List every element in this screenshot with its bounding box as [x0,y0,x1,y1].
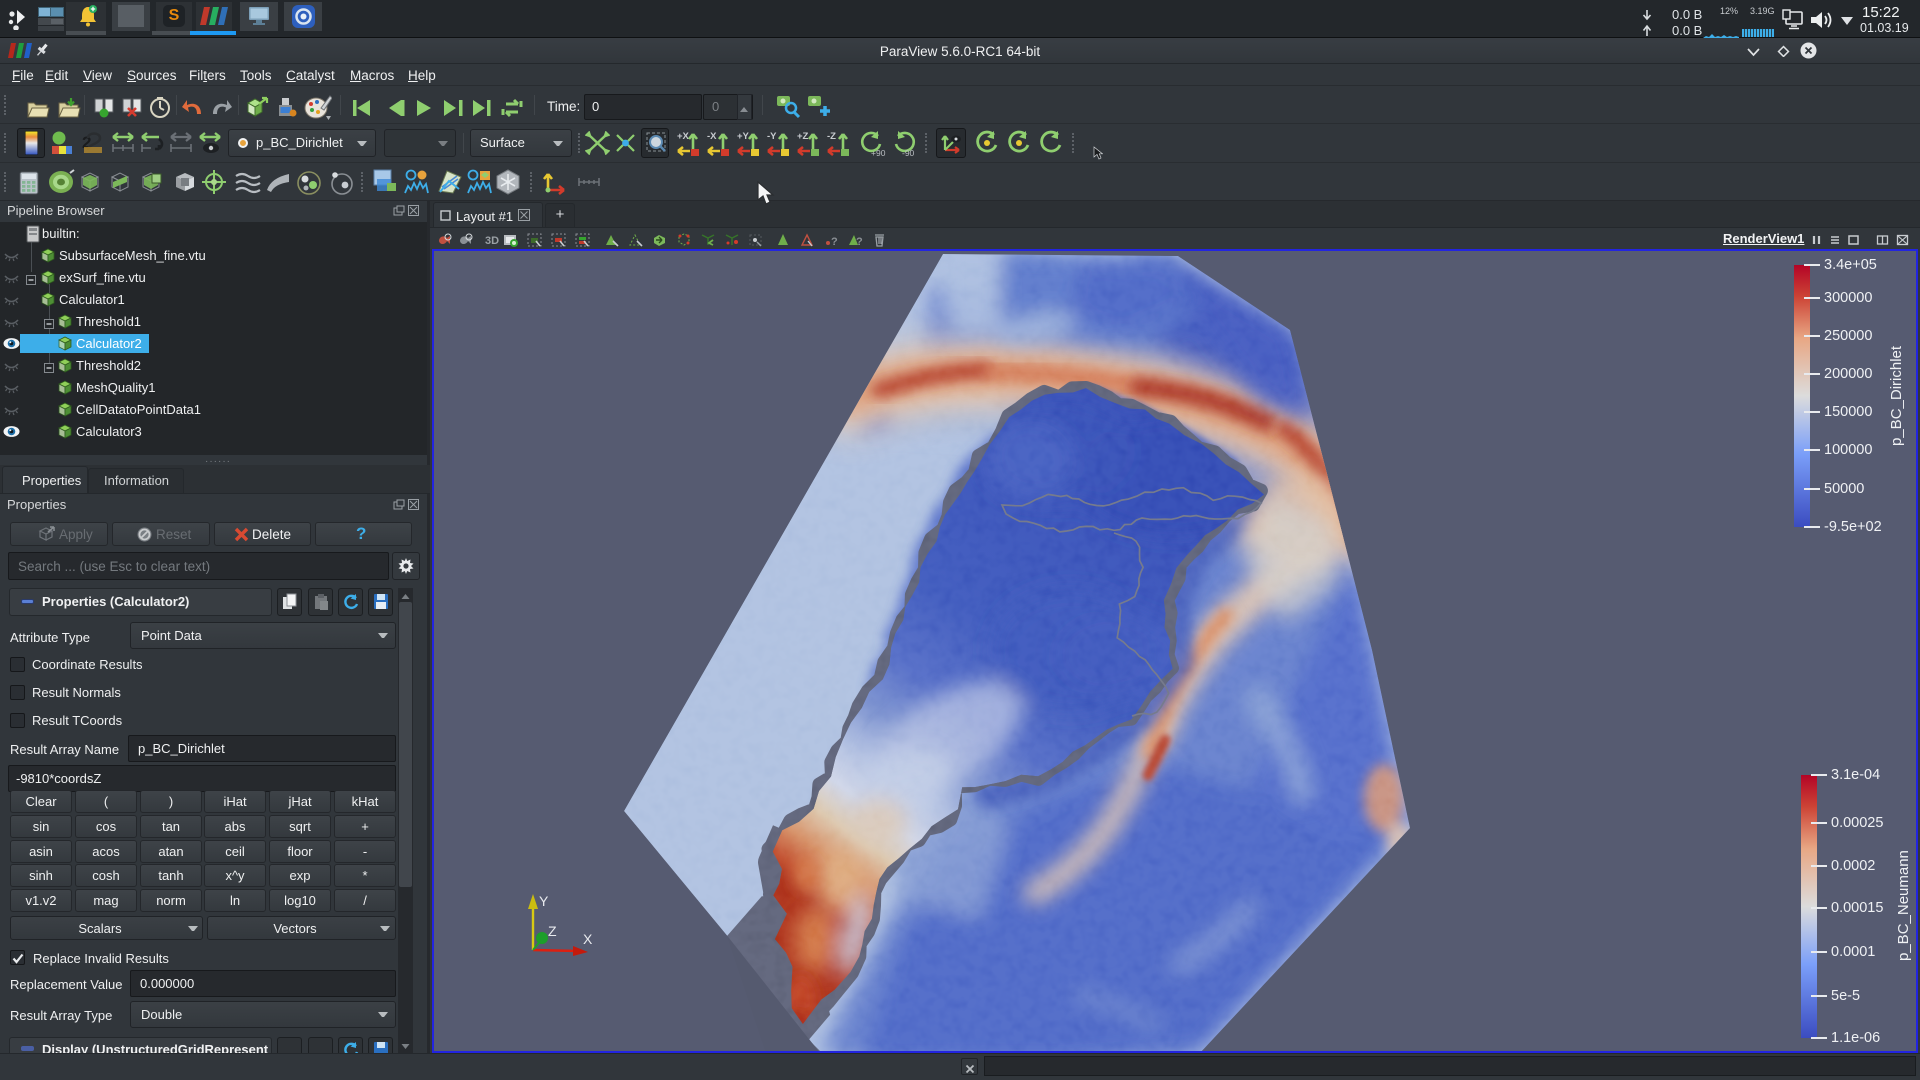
svg-text:+Z: +Z [797,131,809,142]
svg-text:+90: +90 [871,148,886,157]
svg-text:?: ? [856,236,863,248]
svg-text:X: X [583,931,593,947]
svg-text:Y: Y [539,893,549,909]
svg-text:+X: +X [677,131,690,142]
svg-text:-90: -90 [902,148,915,157]
svg-text:-Y: -Y [767,131,777,142]
svg-text:-Z: -Z [827,131,836,142]
svg-text:?: ? [831,236,838,248]
svg-text:-X: -X [707,131,717,142]
svg-text:Z: Z [548,923,557,939]
svg-text:3D: 3D [485,235,499,247]
svg-text:+Y: +Y [737,131,750,142]
